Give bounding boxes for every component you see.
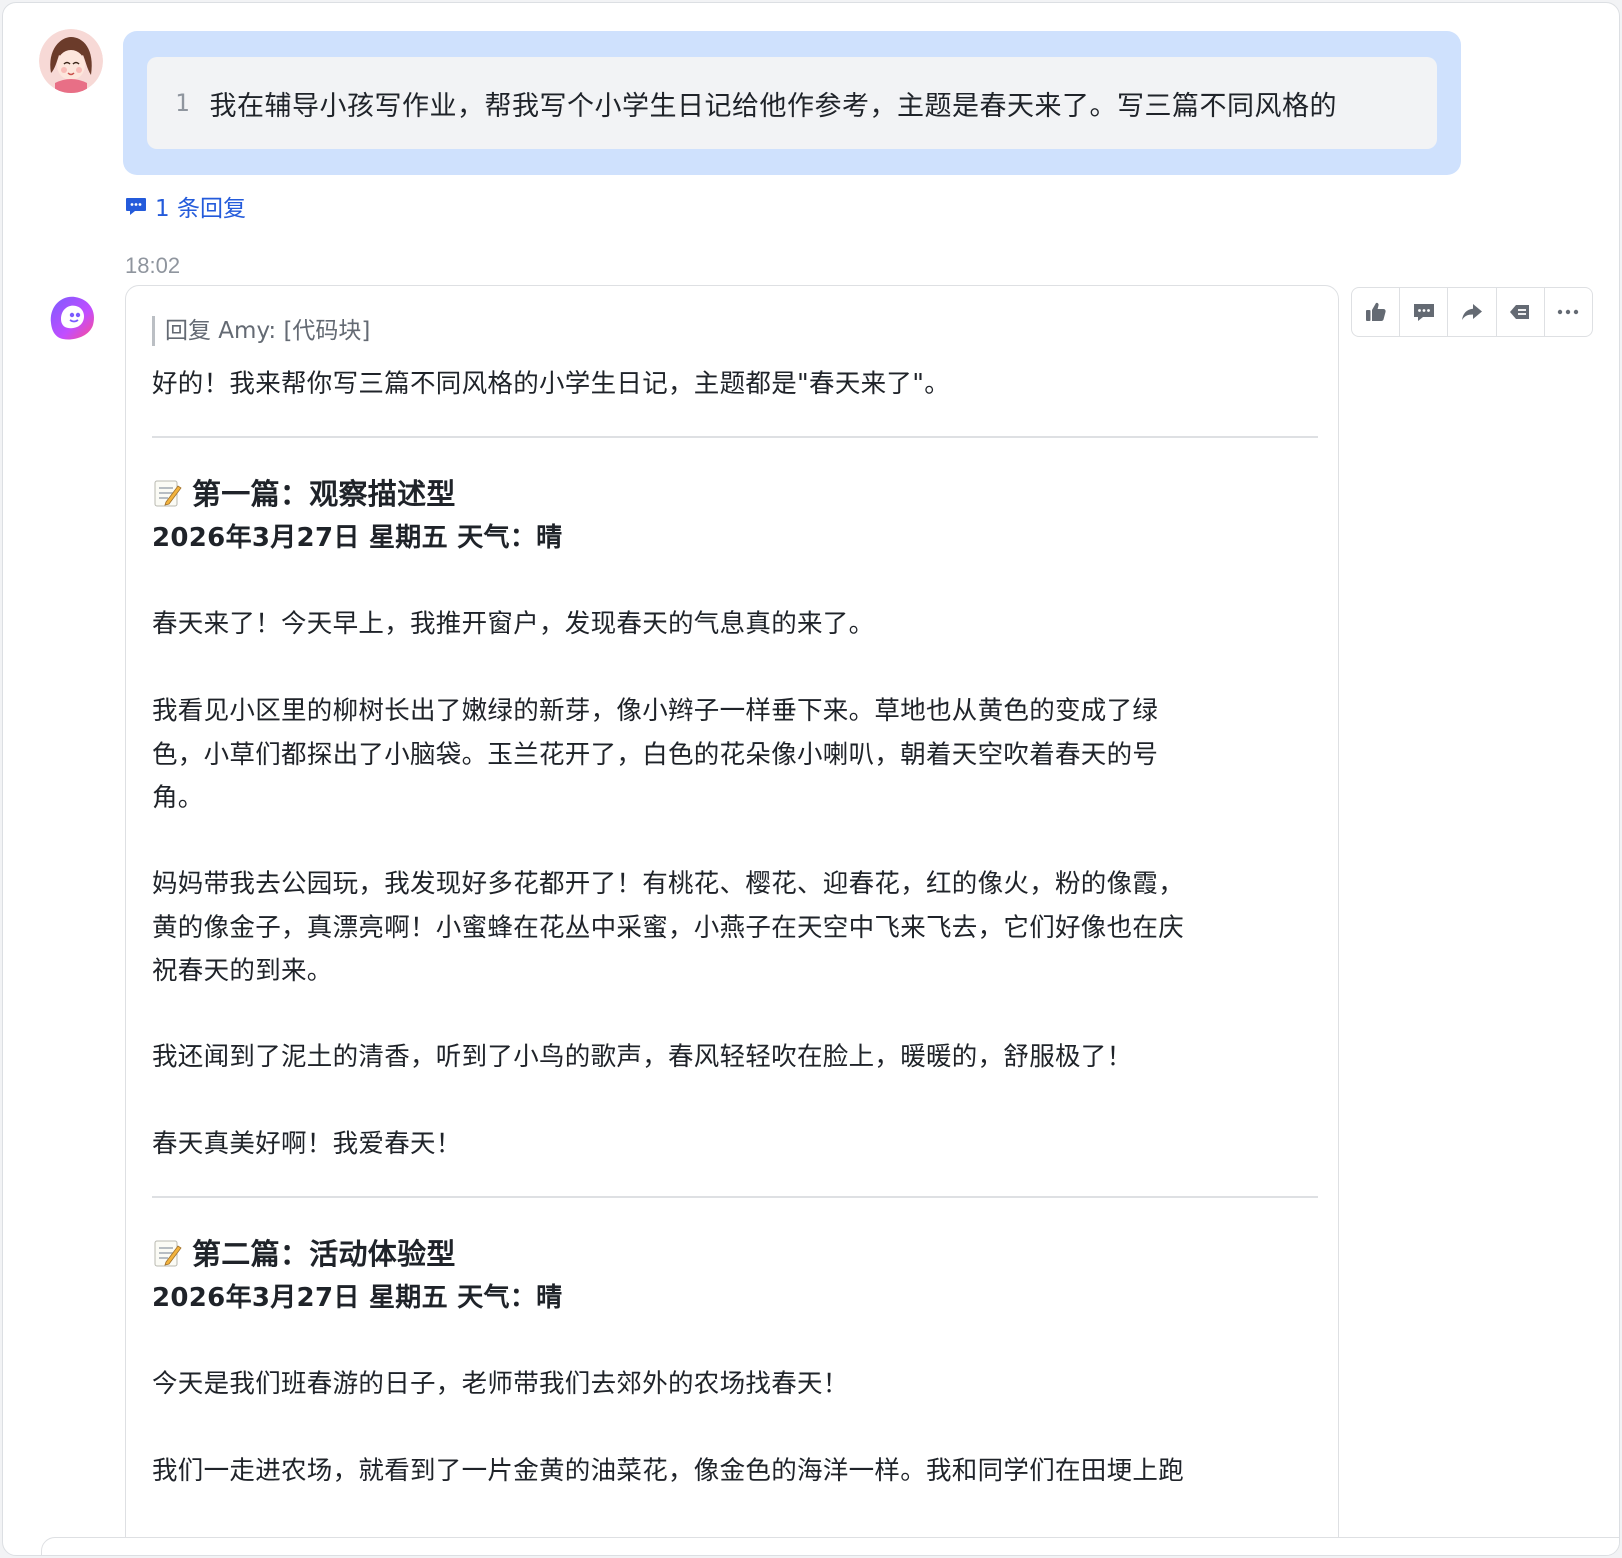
like-button[interactable] bbox=[1352, 288, 1401, 336]
entry-paragraph: 我还闻到了泥土的清香，听到了小鸟的歌声，春风轻轻吹在脸上，暖暖的，舒服极了！ bbox=[152, 1042, 1133, 1072]
entry-paragraph: 春天来了！今天早上，我推开窗户，发现春天的气息真的来了。 bbox=[152, 609, 875, 639]
entry-paragraph-line: 我们一走进农场，就看到了一片金黄的油菜花，像金色的海洋一样。我和同学们在田埂上跑 bbox=[152, 1456, 1185, 1486]
divider bbox=[152, 436, 1318, 438]
comment-button[interactable] bbox=[1400, 288, 1449, 336]
more-button[interactable] bbox=[1545, 288, 1592, 336]
quote-reply-icon bbox=[1510, 305, 1530, 319]
entry-heading: 第二篇：活动体验型 bbox=[152, 1232, 1312, 1277]
entry-paragraph: 今天是我们班春游的日子，老师带我们去郊外的农场找春天！ bbox=[152, 1369, 849, 1399]
entry-heading-text: 第一篇：观察描述型 bbox=[192, 477, 456, 511]
entry-paragraph-line: 角。 bbox=[152, 783, 204, 813]
divider bbox=[152, 1196, 1318, 1198]
code-line-text: 我在辅导小孩写作业，帮我写个小学生日记给他作参考，主题是春天来了。写三篇不同风格… bbox=[209, 90, 1337, 122]
thumbs-up-icon bbox=[1365, 302, 1386, 321]
entry-paragraph-line: 我看见小区里的柳树长出了嫩绿的新芽，像小辫子一样垂下来。草地也从黄色的变成了绿 bbox=[152, 696, 1159, 726]
entry-heading-text: 第二篇：活动体验型 bbox=[192, 1237, 456, 1271]
reply-count-link[interactable]: 1 条回复 bbox=[125, 189, 246, 223]
user-message-bubble[interactable]: 1 我在辅导小孩写作业，帮我写个小学生日记给他作参考，主题是春天来了。写三篇不同… bbox=[123, 31, 1461, 175]
quote-reply-button[interactable] bbox=[1497, 288, 1545, 336]
reply-reference[interactable]: 回复 Amy: [代码块] bbox=[152, 316, 370, 346]
entry-paragraph-line: 妈妈带我去公园玩，我发现好多花都开了！有桃花、樱花、迎春花，红的像火，粉的像霞， bbox=[152, 869, 1185, 899]
message-timestamp: 18:02 bbox=[125, 253, 181, 278]
entry-heading: 第一篇：观察描述型 bbox=[152, 472, 1312, 517]
entry-date: 2026年3月27日 星期五 天气：晴 bbox=[152, 523, 563, 553]
entry-date: 2026年3月27日 星期五 天气：晴 bbox=[152, 1283, 563, 1313]
memo-icon bbox=[154, 480, 182, 507]
user-avatar[interactable] bbox=[39, 29, 103, 93]
intro-text: 好的！我来帮你写三篇不同风格的小学生日记，主题都是"春天来了"。 bbox=[152, 369, 951, 399]
comment-icon bbox=[1413, 304, 1434, 321]
memo-icon bbox=[154, 1240, 182, 1267]
code-block[interactable]: 1 我在辅导小孩写作业，帮我写个小学生日记给他作参考，主题是春天来了。写三篇不同… bbox=[147, 57, 1437, 149]
message-composer[interactable] bbox=[41, 1537, 1619, 1555]
chat-thread-panel: 1 我在辅导小孩写作业，帮我写个小学生日记给他作参考，主题是春天来了。写三篇不同… bbox=[2, 2, 1620, 1556]
entry-paragraph-line: 黄的像金子，真漂亮啊！小蜜蜂在花丛中采蜜，小燕子在天空中飞来飞去，它们好像也在庆 bbox=[152, 913, 1185, 943]
entry-paragraph: 春天真美好啊！我爱春天！ bbox=[152, 1129, 462, 1159]
forward-button[interactable] bbox=[1448, 288, 1497, 336]
message-action-bar bbox=[1351, 287, 1593, 337]
bot-avatar[interactable] bbox=[43, 289, 101, 347]
reply-count-label: 1 条回复 bbox=[155, 196, 246, 222]
forward-icon bbox=[1462, 304, 1482, 320]
entry-paragraph-line: 祝春天的到来。 bbox=[152, 956, 333, 986]
bot-message-card[interactable]: 回复 Amy: [代码块] 好的！我来帮你写三篇不同风格的小学生日记，主题都是"… bbox=[125, 285, 1339, 1555]
more-icon bbox=[1558, 309, 1579, 315]
entry-paragraph-line: 色，小草们都探出了小脑袋。玉兰花开了，白色的花朵像小喇叭，朝着天空吹着春天的号 bbox=[152, 740, 1159, 770]
reply-bubble-icon bbox=[126, 198, 146, 215]
code-line-number: 1 bbox=[175, 89, 190, 117]
